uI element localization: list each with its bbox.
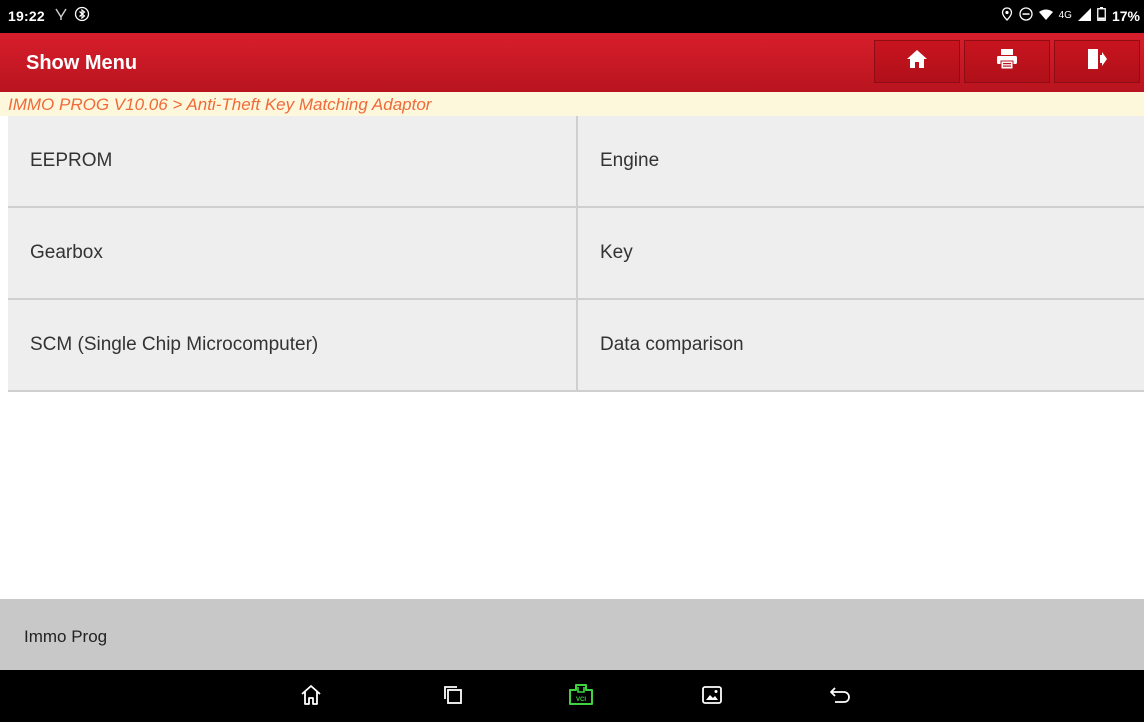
menu-item-eeprom[interactable]: EEPROM [8, 116, 578, 206]
status-bar: 19:22 4G 17% [0, 0, 1144, 33]
recent-apps-icon [443, 685, 463, 710]
breadcrumb: IMMO PROG V10.06 > Anti-Theft Key Matchi… [0, 92, 1144, 116]
nav-back-button[interactable] [825, 682, 855, 712]
print-icon [996, 48, 1018, 75]
status-time: 19:22 [8, 8, 45, 24]
menu-item-label: Engine [600, 150, 660, 171]
menu-item-label: SCM (Single Chip Microcomputer) [30, 334, 319, 355]
menu-row: EEPROM Engine [8, 116, 1144, 208]
menu-item-label: Key [600, 242, 633, 263]
page-title: Show Menu [26, 52, 138, 74]
title-bar: Show Menu [0, 33, 1144, 92]
menu-item-engine[interactable]: Engine [578, 116, 1144, 206]
menu-grid: EEPROM Engine Gearbox Key SCM (Single Ch… [8, 116, 1144, 392]
nav-home-button[interactable] [296, 682, 326, 712]
home-icon [300, 684, 322, 711]
nav-recent-apps-button[interactable] [438, 682, 468, 712]
gallery-icon [702, 685, 722, 709]
menu-row: SCM (Single Chip Microcomputer) Data com… [8, 300, 1144, 392]
screen: 19:22 4G 17% Show Menu IMMO PROG V10.06 … [0, 0, 1144, 722]
signal-icon [1077, 7, 1091, 24]
location-icon [1001, 7, 1013, 24]
menu-row: Gearbox Key [8, 208, 1144, 300]
print-button[interactable] [964, 40, 1050, 83]
breadcrumb-text: IMMO PROG V10.06 > Anti-Theft Key Matchi… [8, 95, 432, 114]
footer-bar: Immo Prog [0, 599, 1144, 670]
usb-debug-icon [54, 7, 68, 24]
footer-label: Immo Prog [24, 627, 108, 646]
exit-button[interactable] [1054, 40, 1140, 83]
network-type: 4G [1058, 10, 1072, 21]
status-right-icons: 4G 17% [1001, 7, 1140, 24]
menu-item-data-comparison[interactable]: Data comparison [578, 300, 1144, 390]
wifi-icon [1038, 8, 1053, 24]
battery-icon [1097, 7, 1106, 24]
status-left-icons [54, 6, 90, 25]
nav-vci-button[interactable]: VCI [566, 682, 596, 712]
back-icon [829, 686, 851, 709]
home-icon [906, 49, 928, 74]
menu-item-key[interactable]: Key [578, 208, 1144, 298]
do-not-disturb-icon [1018, 7, 1033, 24]
svg-text:VCI: VCI [576, 697, 586, 703]
menu-item-label: EEPROM [30, 150, 113, 171]
exit-icon [1086, 48, 1108, 75]
battery-level: 17% [1111, 7, 1140, 24]
vci-icon: VCI [567, 682, 595, 713]
bluetooth-icon [74, 6, 90, 25]
menu-item-label: Gearbox [30, 242, 103, 263]
menu-item-gearbox[interactable]: Gearbox [8, 208, 578, 298]
menu-item-scm[interactable]: SCM (Single Chip Microcomputer) [8, 300, 578, 390]
nav-gallery-button[interactable] [697, 682, 727, 712]
system-nav-bar: VCI [0, 670, 1144, 722]
menu-item-label: Data comparison [600, 334, 744, 355]
home-button[interactable] [874, 40, 960, 83]
